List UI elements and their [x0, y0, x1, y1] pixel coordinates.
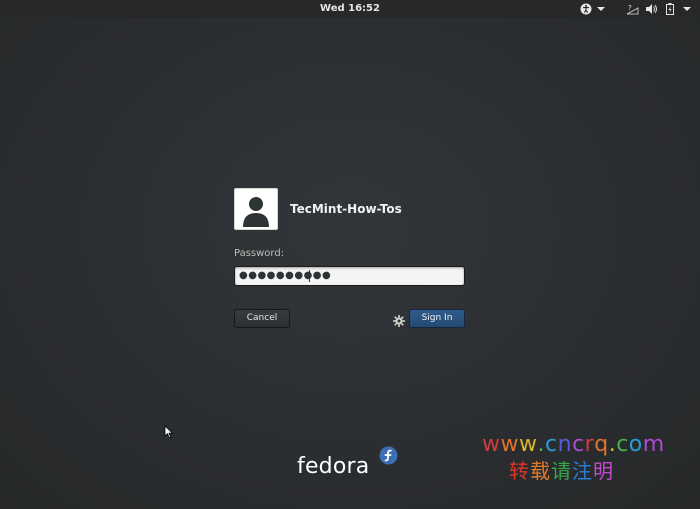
- password-label: Password:: [234, 248, 285, 259]
- fedora-infinity-icon: [379, 446, 398, 465]
- dropdown-arrow-icon[interactable]: [597, 3, 605, 15]
- cancel-button[interactable]: Cancel: [234, 309, 290, 328]
- network-icon[interactable]: ?: [626, 3, 639, 15]
- user-avatar-icon: [234, 188, 278, 230]
- watermark-caption-char: 载: [530, 459, 551, 483]
- accessibility-icon[interactable]: [580, 3, 592, 15]
- fedora-logo: fedora: [297, 446, 398, 480]
- username-label: TecMint-How-Tos: [290, 202, 402, 216]
- watermark-url-char: r: [584, 432, 595, 457]
- volume-icon[interactable]: [645, 3, 658, 15]
- watermark-url-char: .: [608, 432, 617, 457]
- top-bar: Wed 16:52 ?: [0, 0, 700, 18]
- watermark-caption-char: 请: [551, 459, 572, 483]
- sign-in-button[interactable]: Sign In: [409, 309, 465, 328]
- watermark-url-char: c: [616, 432, 629, 457]
- clock[interactable]: Wed 16:52: [0, 2, 700, 15]
- watermark-url-char: w: [519, 432, 538, 457]
- watermark-url-char: n: [557, 432, 573, 457]
- watermark-caption-char: 注: [572, 459, 593, 483]
- watermark-url-char: o: [628, 432, 643, 457]
- watermark-caption-char: 转: [509, 459, 530, 483]
- text-caret: [309, 270, 310, 282]
- watermark-url-char: q: [594, 432, 609, 457]
- gdm-login-screen: Wed 16:52 ? TecMint-How-Tos Password: ●●…: [0, 0, 700, 509]
- system-menu-arrow-icon[interactable]: [683, 3, 691, 15]
- watermark-url-char: .: [537, 432, 545, 457]
- mouse-pointer-icon: [164, 424, 174, 439]
- watermark-url-char: c: [545, 432, 558, 457]
- battery-icon[interactable]: [666, 3, 674, 15]
- watermark-url-char: c: [572, 432, 585, 457]
- watermark-caption-char: 明: [593, 459, 614, 483]
- watermark-url: www.cncrq.com: [482, 432, 665, 458]
- fedora-logo-text: fedora: [297, 454, 370, 479]
- watermark-url-char: w: [482, 432, 501, 457]
- watermark-caption: 转载请注明: [509, 458, 614, 484]
- password-field[interactable]: ●●●●●●●●●●: [234, 266, 465, 286]
- gear-icon[interactable]: [393, 312, 405, 327]
- watermark-url-char: w: [500, 432, 519, 457]
- svg-text:?: ?: [628, 4, 632, 12]
- watermark-url-char: m: [642, 432, 665, 457]
- password-mask: ●●●●●●●●●●: [239, 270, 332, 281]
